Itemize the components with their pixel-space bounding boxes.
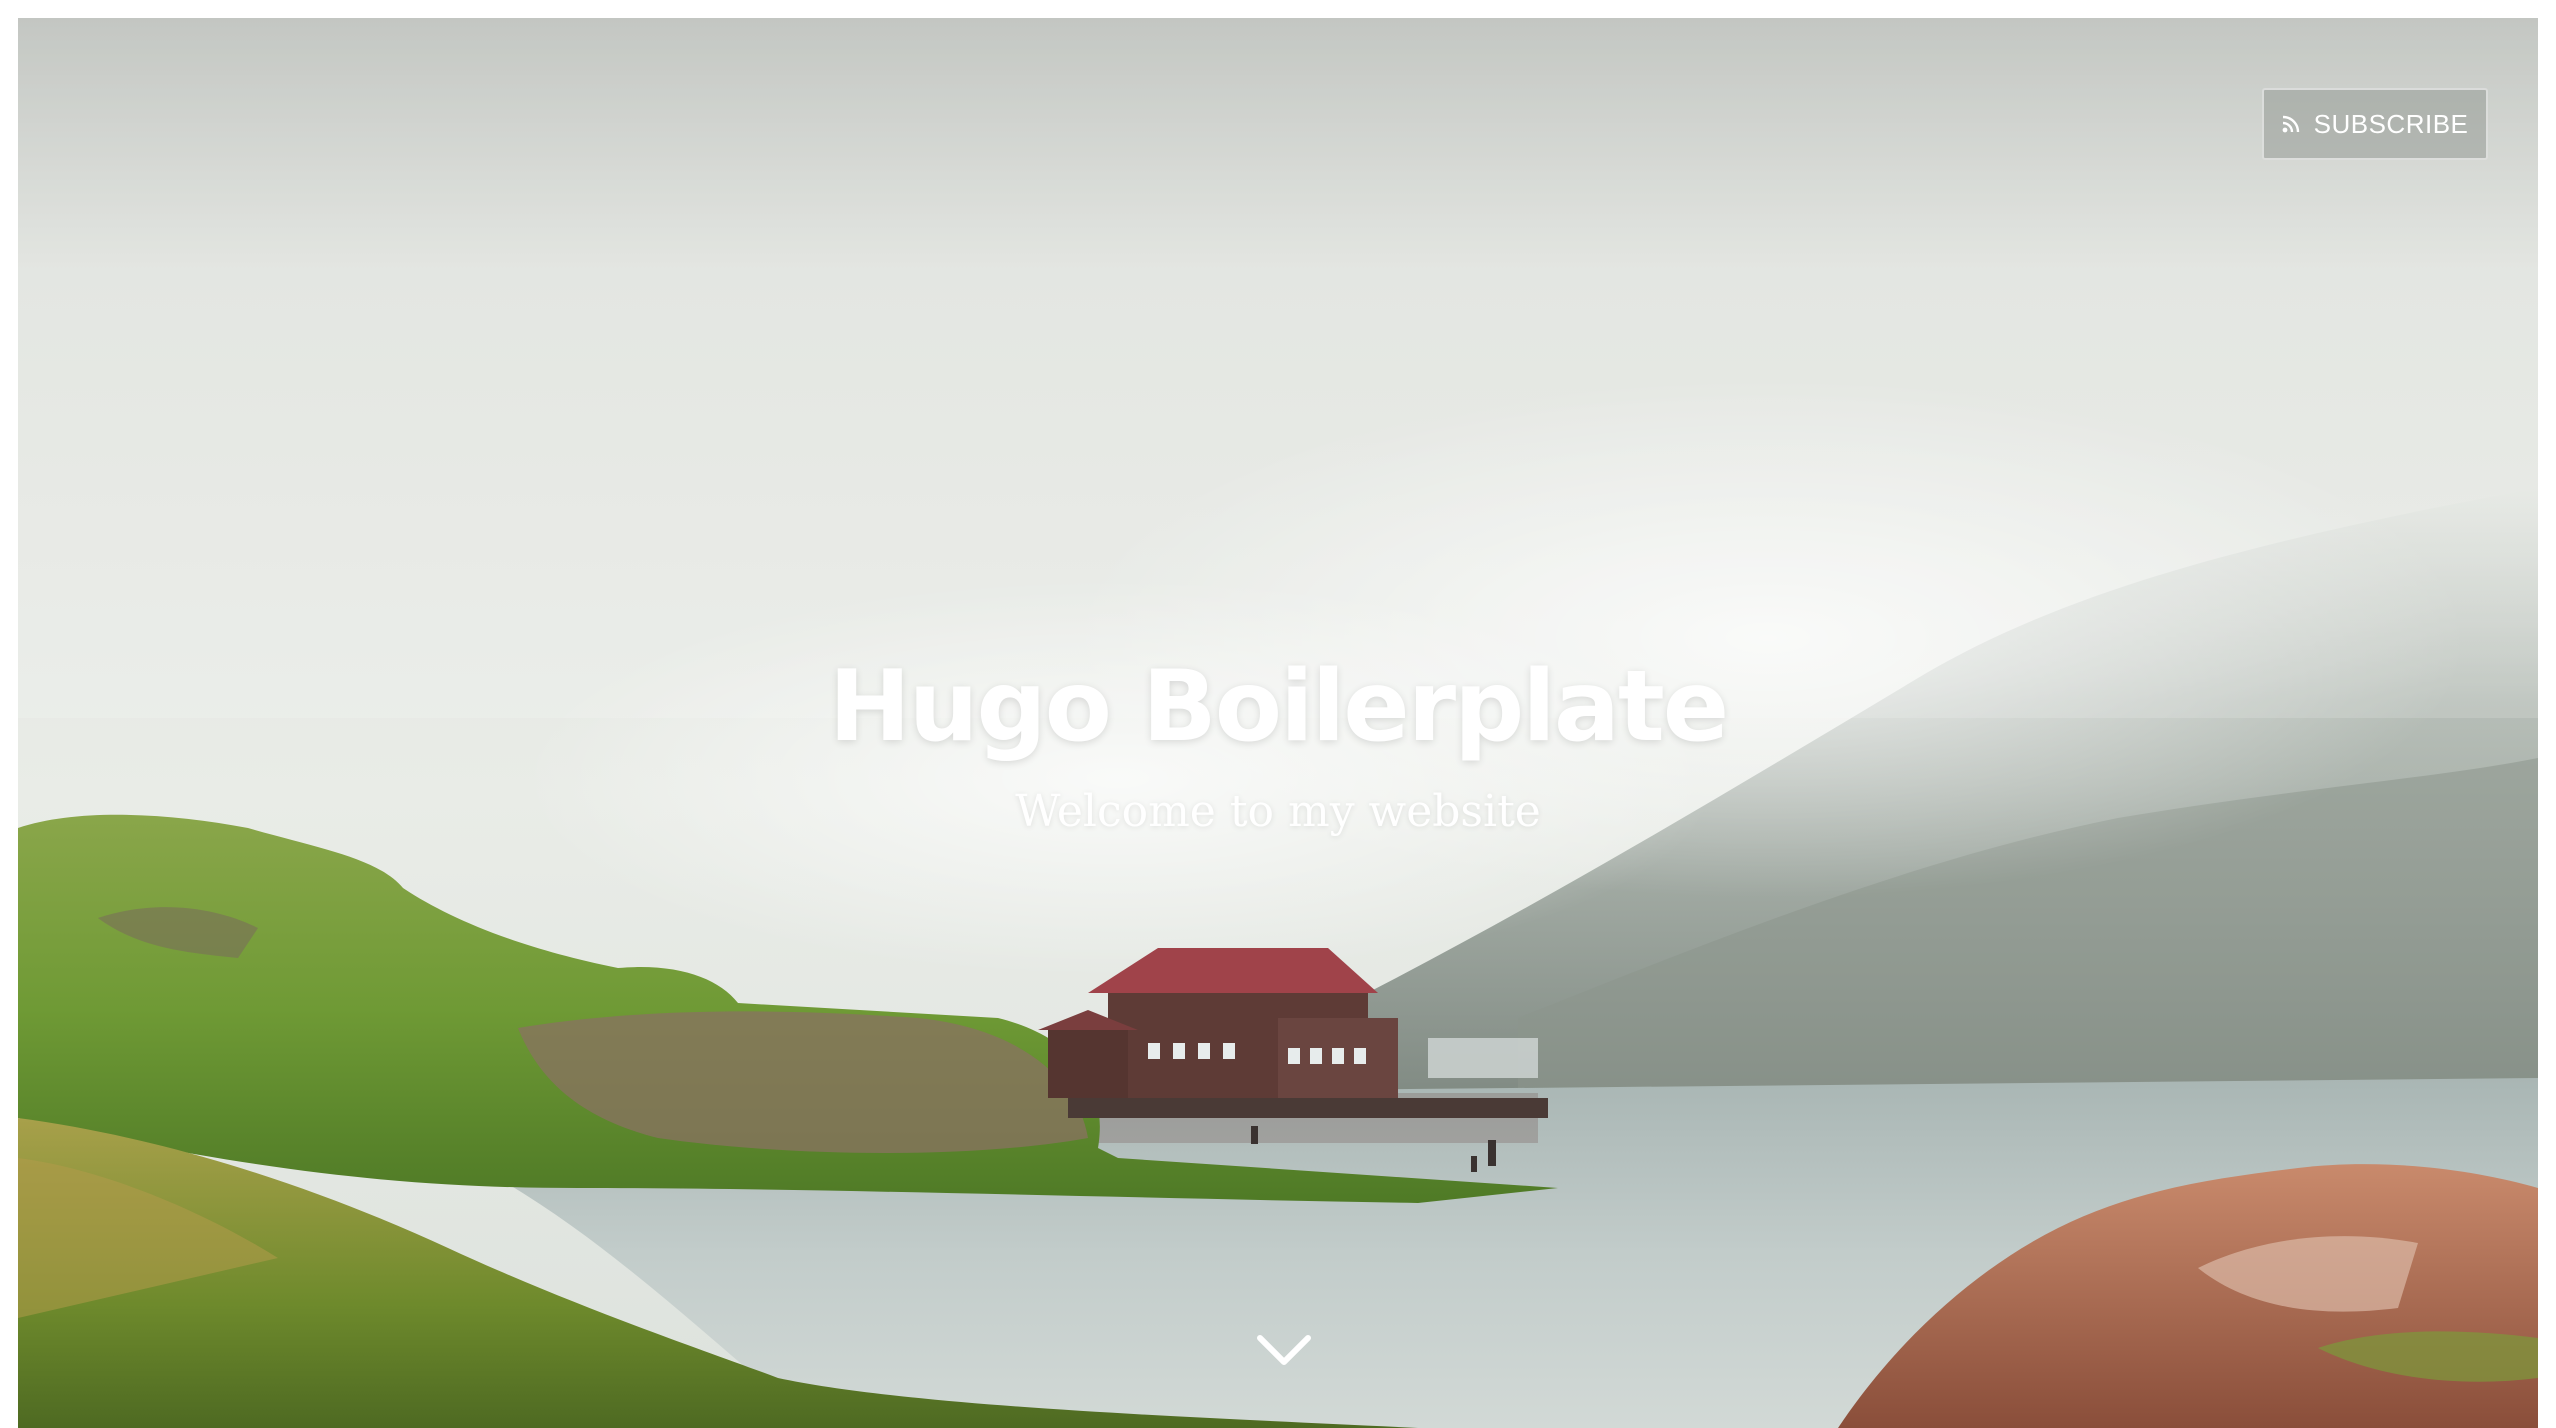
rss-icon [2282,115,2299,133]
chevron-down-icon[interactable] [1256,1332,1312,1368]
hero-heading: Hugo Boilerplate Welcome to my website [18,658,2538,834]
site-title: Hugo Boilerplate [828,650,1730,764]
subscribe-button[interactable]: SUBSCRIBE [2262,88,2488,160]
site-description: Welcome to my website [1015,786,1541,837]
subscribe-label: SUBSCRIBE [2313,108,2469,139]
page: SUBSCRIBE Hugo Boilerplate Welcome to my… [18,18,2538,1428]
